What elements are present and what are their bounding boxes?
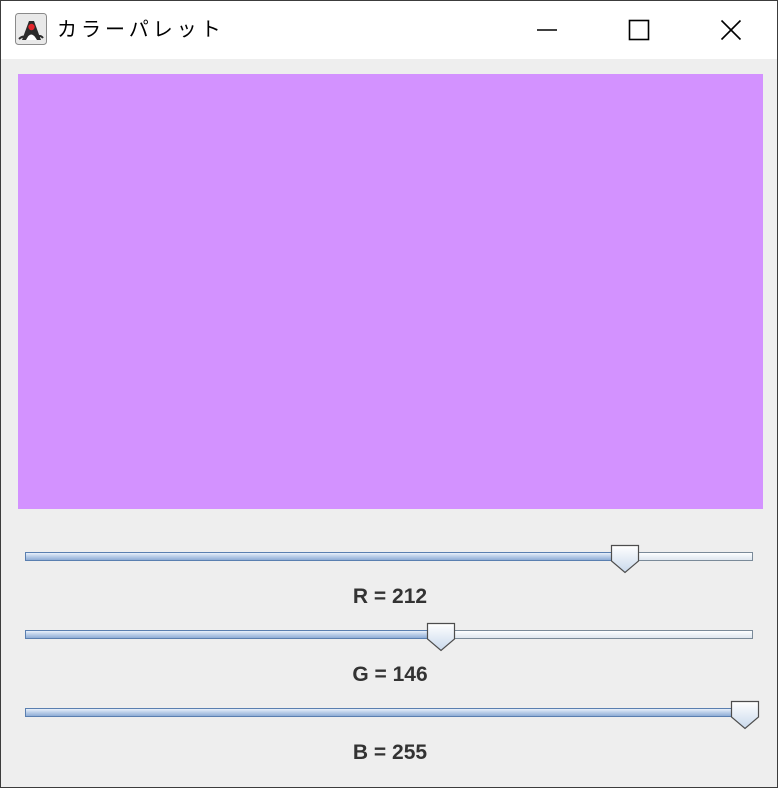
red-slider[interactable] <box>25 544 753 574</box>
slider-thumb[interactable] <box>426 622 456 652</box>
java-duke-icon <box>15 13 47 45</box>
maximize-icon <box>628 19 650 41</box>
maximize-button[interactable] <box>593 1 685 59</box>
red-value-label: R = 212 <box>352 585 428 608</box>
blue-slider[interactable] <box>25 700 760 730</box>
color-preview <box>18 74 763 509</box>
slider-track-fill <box>25 630 441 639</box>
green-slider[interactable] <box>25 622 753 652</box>
slider-thumb[interactable] <box>730 700 760 730</box>
title-bar[interactable]: カラーパレット <box>1 1 777 59</box>
slider-thumb[interactable] <box>610 544 640 574</box>
green-value-label: G = 146 <box>352 663 428 686</box>
slider-track-fill <box>25 708 745 717</box>
minimize-button[interactable] <box>501 1 593 59</box>
minimize-icon <box>537 29 557 31</box>
close-icon <box>720 19 742 41</box>
window-title: カラーパレット <box>57 17 225 41</box>
blue-value-label: B = 255 <box>352 741 428 764</box>
app-window: カラーパレット R = 212 G = 146 B = 255 <box>0 0 778 788</box>
close-button[interactable] <box>685 1 777 59</box>
slider-track-fill <box>25 552 625 561</box>
